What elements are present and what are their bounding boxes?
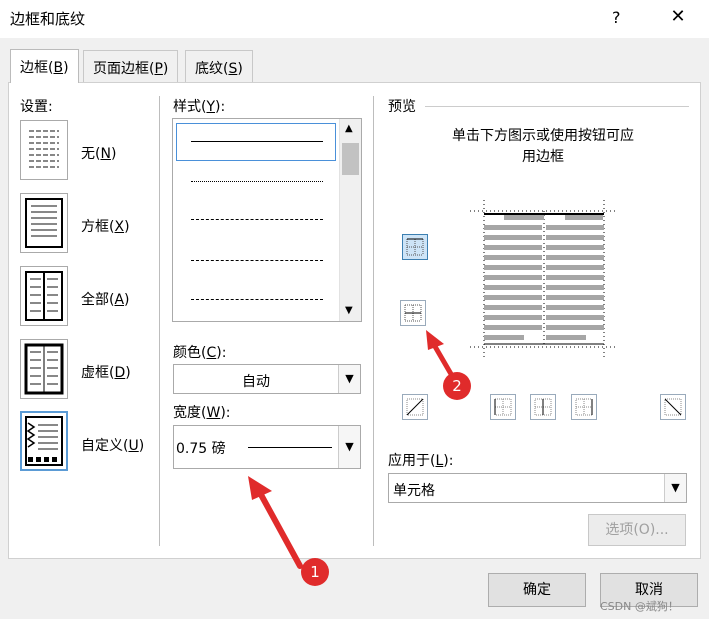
annotation-marker-2: 2	[443, 372, 471, 400]
annotation-marker-1: 1	[301, 558, 329, 586]
tab-borders[interactable]: 边框(B)	[10, 49, 79, 83]
watermark: CSDN @斌狗！	[600, 600, 679, 613]
annotation-arrows	[248, 330, 454, 569]
